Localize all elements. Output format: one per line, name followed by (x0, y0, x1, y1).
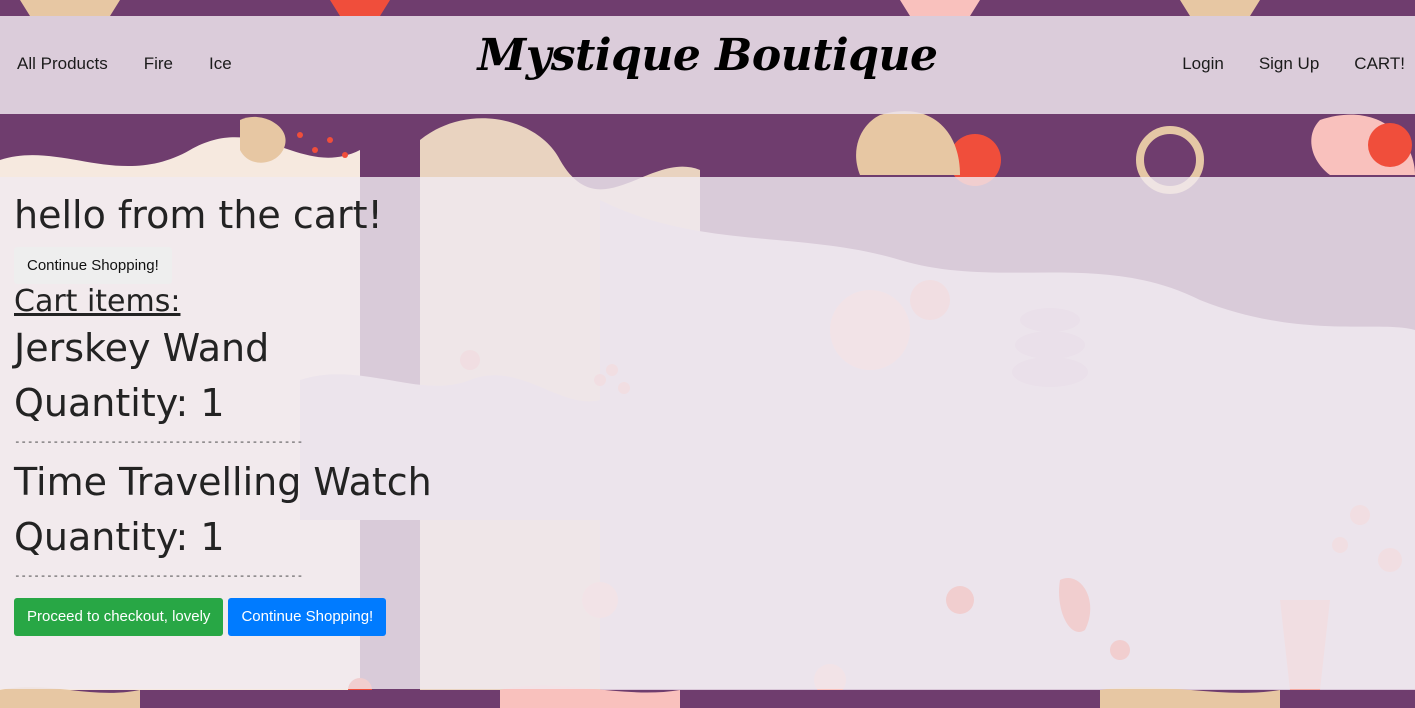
cart-items-heading: Cart items: (14, 284, 181, 319)
top-navbar: All Products Fire Ice Mystique Boutique … (0, 16, 1415, 114)
nav-sign-up[interactable]: Sign Up (1259, 54, 1319, 74)
nav-cart[interactable]: CART! (1354, 54, 1405, 74)
cart-content: hello from the cart! Continue Shopping! … (14, 191, 432, 636)
nav-login[interactable]: Login (1182, 54, 1224, 74)
item-divider: ----------------------------------------… (14, 435, 304, 448)
cart-item-name: Jerskey Wand (14, 326, 270, 370)
nav-right-group: Login Sign Up CART! (1147, 54, 1405, 74)
continue-shopping-top-button[interactable]: Continue Shopping! (14, 247, 172, 284)
cart-greeting: hello from the cart! (14, 193, 383, 237)
cart-actions: Proceed to checkout, lovely Continue Sho… (14, 598, 432, 636)
cart-item-quantity: Quantity: 1 (14, 515, 225, 559)
cart-item-name: Time Travelling Watch (14, 460, 432, 504)
cart-item: Jerskey Wand Quantity: 1 ---------------… (14, 320, 432, 454)
cart-panel: hello from the cart! Continue Shopping! … (0, 177, 1415, 689)
cart-item-quantity: Quantity: 1 (14, 381, 225, 425)
continue-shopping-bottom-button[interactable]: Continue Shopping! (228, 598, 387, 636)
cart-item: Time Travelling Watch Quantity: 1 ------… (14, 454, 432, 588)
item-divider: ----------------------------------------… (14, 569, 304, 582)
proceed-to-checkout-button[interactable]: Proceed to checkout, lovely (14, 598, 224, 636)
